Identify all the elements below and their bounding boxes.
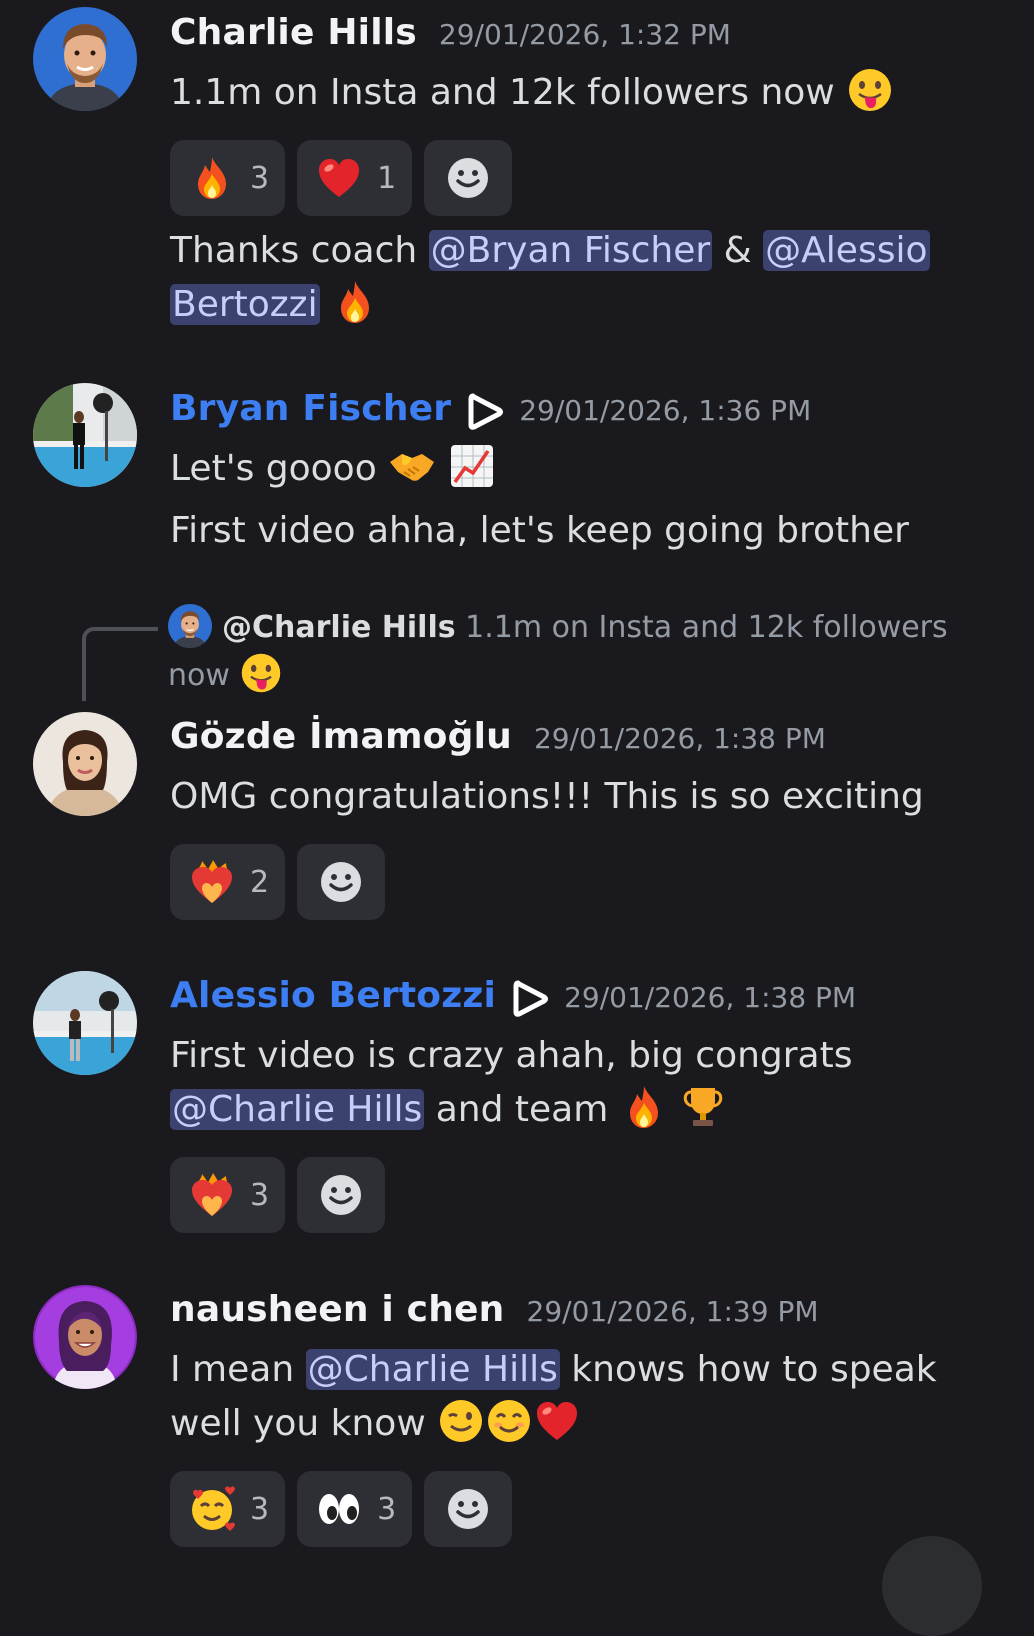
reply-text-cont: now [168,658,230,693]
reaction-count: 2 [250,864,270,900]
winking-face-icon [437,1397,485,1445]
message-text-fragment: well you know [170,1403,438,1444]
reactions-bar: 3 [170,1157,974,1233]
reply-avatar-charlie-hills [168,604,212,648]
face-with-tongue-icon [239,651,283,695]
add-reaction-button[interactable] [424,140,513,216]
red-heart-icon [533,1397,581,1445]
message-text: 1.1m on Insta and 12k followers now [170,66,974,120]
timestamp: 29/01/2026, 1:36 PM [519,394,812,427]
add-reaction-icon [444,154,492,202]
chart-increasing-icon [448,442,496,490]
add-reaction-icon [444,1485,492,1533]
reply-preview[interactable]: @Charlie Hills 1.1m on Insta and 12k fol… [168,604,974,700]
username[interactable]: Alessio Bertozzi [170,975,496,1016]
message-text-fragment: knows how to speak [559,1349,937,1390]
reaction-heart-on-fire[interactable]: 3 [170,1157,286,1233]
trophy-icon [679,1083,727,1131]
message-header: nausheen i chen 29/01/2026, 1:39 PM [170,1289,974,1337]
message-line: First video ahha, let's keep going broth… [170,510,909,551]
timestamp: 29/01/2026, 1:38 PM [564,981,857,1014]
reactions-bar: 3 3 [170,1471,974,1547]
reaction-count: 1 [377,160,397,196]
fire-icon [188,154,236,202]
message-text-fragment: I mean [170,1349,306,1390]
reaction-count: 3 [250,1491,270,1527]
message-text-fragment: Thanks coach [170,230,429,271]
heart-on-fire-icon [188,1171,236,1219]
add-reaction-button[interactable] [297,1157,386,1233]
red-heart-icon [315,154,363,202]
face-with-tongue-icon [846,66,894,114]
message-text: First video ahha, let's keep going broth… [170,504,974,558]
message-line: First video is crazy ahah, big congrats [170,1035,853,1076]
reply-author[interactable]: @Charlie Hills [222,610,456,645]
reaction-heart-on-fire[interactable]: 2 [170,844,286,920]
message-text: Let's goooo [170,442,974,496]
jump-to-bottom-button[interactable] [882,1536,982,1636]
add-reaction-button[interactable] [297,844,386,920]
message-header: Alessio Bertozzi 29/01/2026, 1:38 PM [170,975,974,1023]
message-line: OMG congratulations!!! This is so exciti… [170,776,924,817]
reaction-count: 3 [250,1177,270,1213]
handshake-icon [388,442,436,490]
avatar-alessio-bertozzi[interactable] [33,971,137,1075]
reply-text: 1.1m on Insta and 12k followers [465,610,948,645]
message-text: I mean @Charlie Hills knows how to speak… [170,1343,974,1451]
avatar-nausheen-i-chen[interactable] [33,1285,137,1389]
mention-charlie-hills[interactable]: @Charlie Hills [170,1089,425,1130]
message-line: 1.1m on Insta and 12k followers now [170,72,835,113]
message-text-fragment: and team [424,1089,620,1130]
message-header: Gözde İmamoğlu 29/01/2026, 1:38 PM [170,716,974,764]
play-badge-icon [465,392,505,432]
avatar-bryan-fischer[interactable] [33,383,137,487]
fire-icon [620,1083,668,1131]
timestamp: 29/01/2026, 1:32 PM [438,18,731,51]
heart-on-fire-icon [188,858,236,906]
play-badge-icon [510,979,550,1019]
message-text-fragment: & [712,230,764,271]
reaction-count: 3 [250,160,270,196]
avatar-gozde-imamoglu[interactable] [33,712,137,816]
timestamp: 29/01/2026, 1:38 PM [533,722,826,755]
mention-bryan-fischer[interactable]: @Bryan Fischer [428,230,713,271]
message-text: Thanks coach @Bryan Fischer & @Alessio B… [170,224,974,332]
reaction-smiling-face-with-hearts[interactable]: 3 [170,1471,286,1547]
message-text: First video is crazy ahah, big congrats … [170,1029,974,1137]
mention-alessio-bertozzi-cont[interactable]: Bertozzi [170,284,320,325]
reaction-fire[interactable]: 3 [170,140,286,216]
add-reaction-button[interactable] [424,1471,513,1547]
fire-icon [331,278,379,326]
message-header: Charlie Hills 29/01/2026, 1:32 PM [170,12,974,60]
add-reaction-icon [317,858,365,906]
reply-connector [82,627,158,701]
reactions-bar: 2 [170,844,974,920]
smiling-face-icon [485,1397,533,1445]
username[interactable]: nausheen i chen [170,1289,505,1330]
reaction-eyes[interactable]: 3 [297,1471,413,1547]
message-line: Let's goooo [170,448,377,489]
message-header: Bryan Fischer 29/01/2026, 1:36 PM [170,388,974,436]
reaction-count: 3 [377,1491,397,1527]
eyes-icon [315,1485,363,1533]
message-text: OMG congratulations!!! This is so exciti… [170,770,974,824]
username[interactable]: Bryan Fischer [170,388,451,429]
avatar-charlie-hills[interactable] [33,7,137,111]
reaction-red-heart[interactable]: 1 [297,140,413,216]
mention-alessio-bertozzi[interactable]: @Alessio [763,230,930,271]
mention-charlie-hills[interactable]: @Charlie Hills [305,1349,560,1390]
timestamp: 29/01/2026, 1:39 PM [526,1295,819,1328]
reactions-bar: 3 1 [170,140,974,216]
smiling-face-with-hearts-icon [188,1485,236,1533]
add-reaction-icon [317,1171,365,1219]
username[interactable]: Charlie Hills [170,12,417,53]
username[interactable]: Gözde İmamoğlu [170,716,512,757]
